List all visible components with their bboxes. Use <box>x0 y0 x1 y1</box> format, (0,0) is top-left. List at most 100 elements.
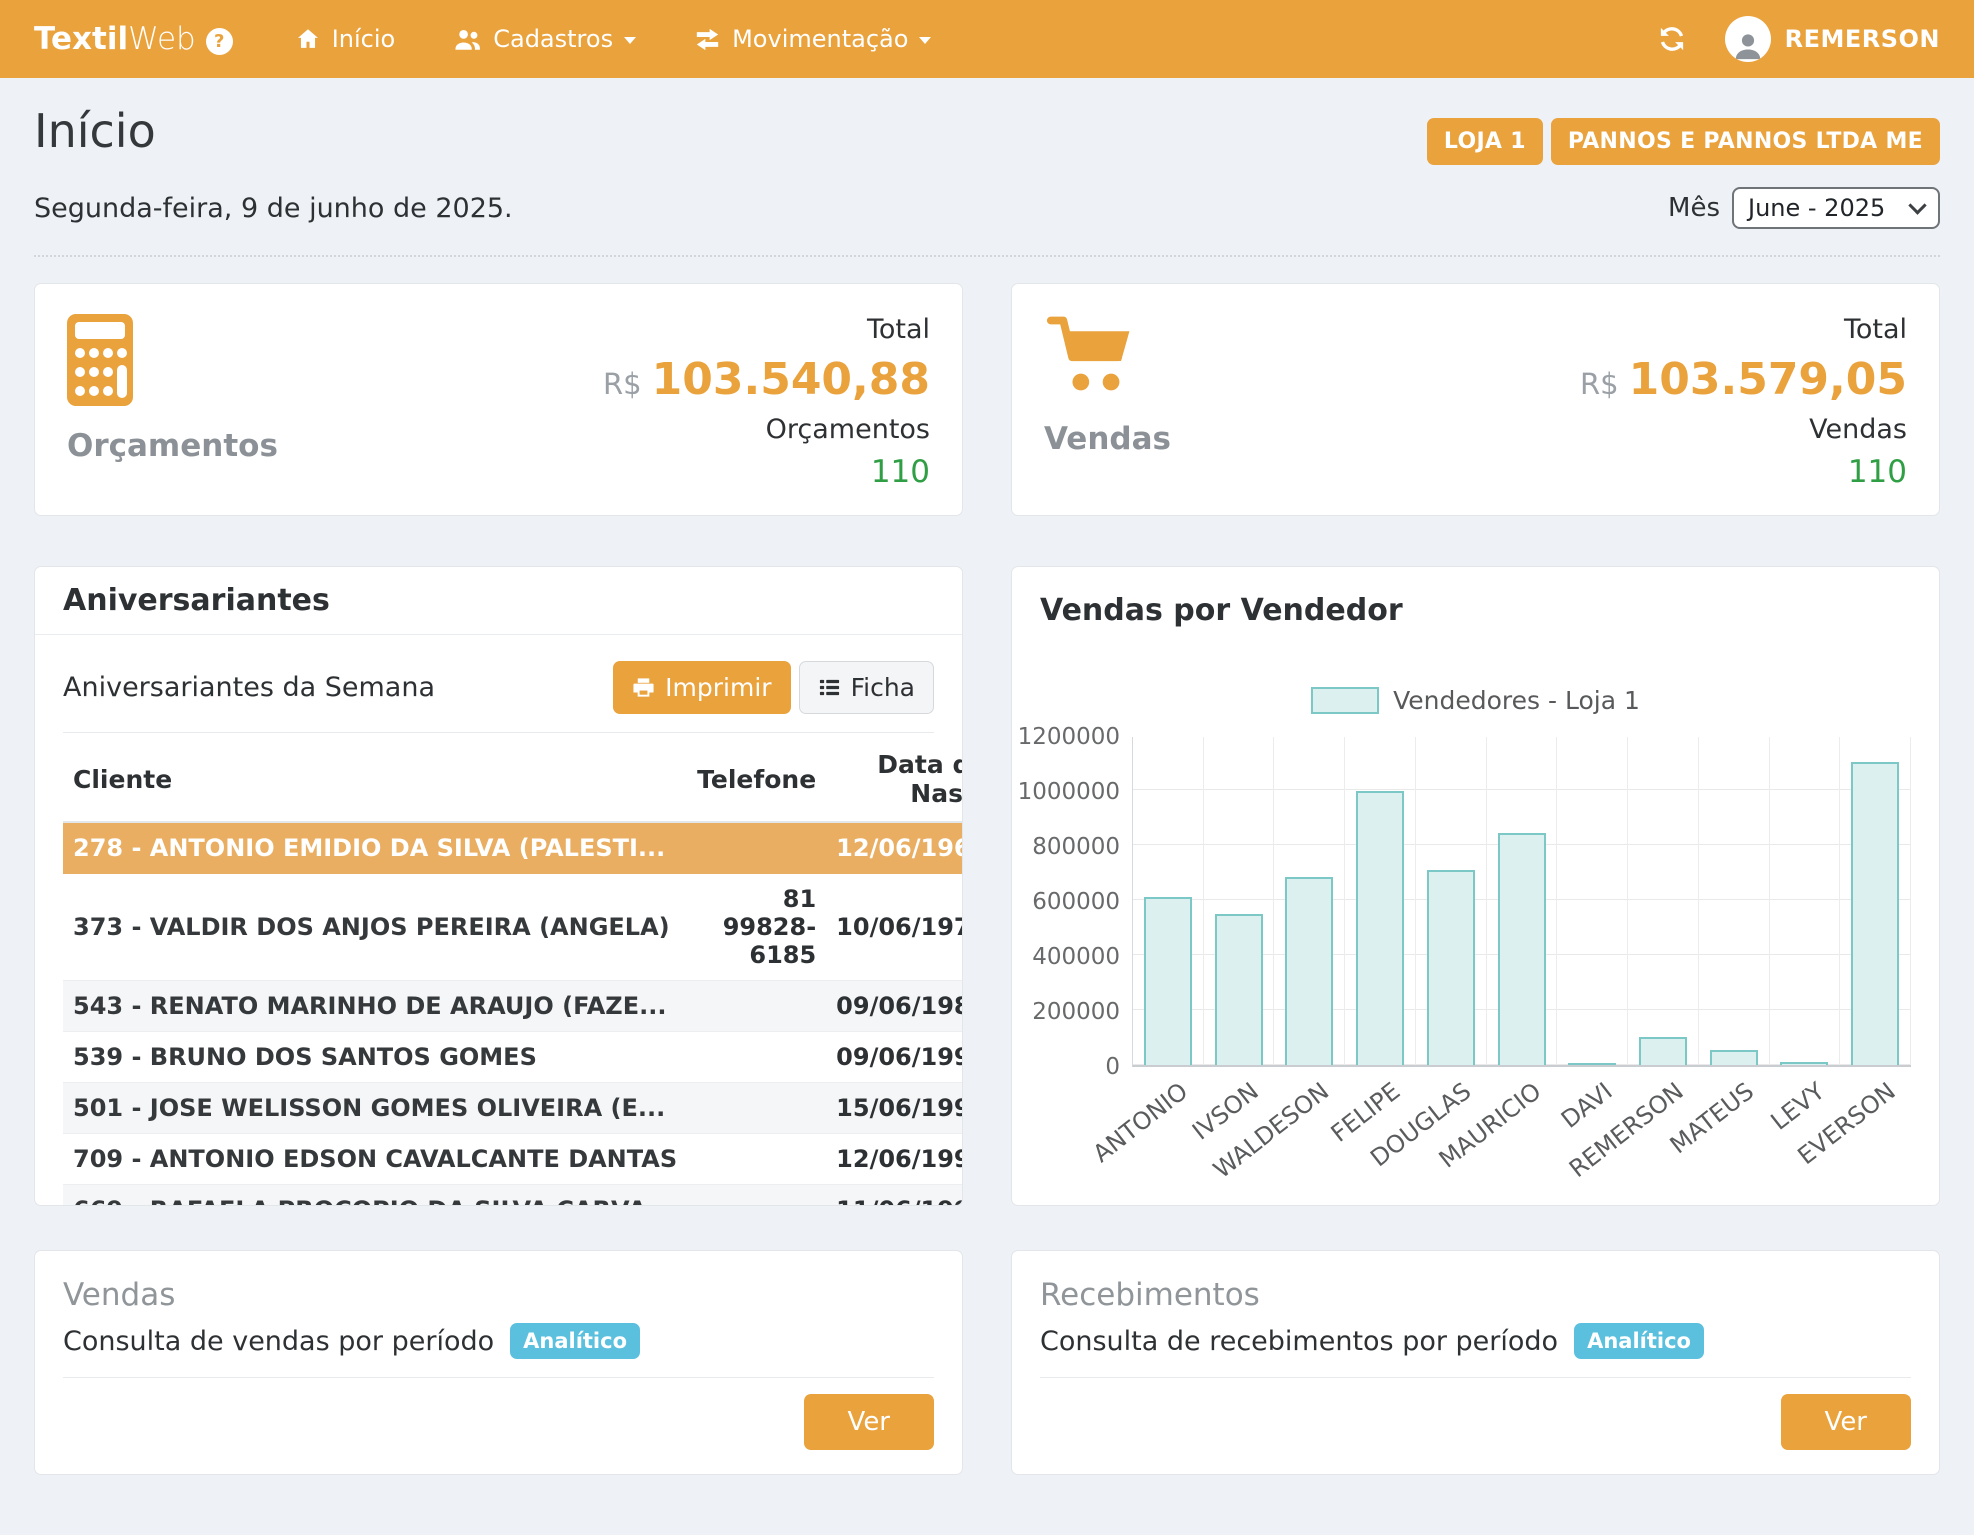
table-row[interactable]: 709 - ANTONIO EDSON CAVALCANTE DANTAS12/… <box>63 1134 963 1185</box>
report-subtitle: Consulta de vendas por período <box>63 1326 494 1357</box>
refresh-icon[interactable] <box>1657 24 1687 54</box>
page-date: Segunda-feira, 9 de junho de 2025. <box>34 193 513 224</box>
month-label: Mês <box>1668 193 1720 223</box>
users-icon <box>453 26 482 53</box>
y-tick-label: 0 <box>1105 1054 1120 1080</box>
chart-slot-ivson <box>1204 737 1275 1065</box>
total-amount: 103.540,88 <box>652 354 930 405</box>
client-cell: 501 - JOSE WELISSON GOMES OLIVEIRA (E... <box>63 1083 687 1134</box>
table-row[interactable]: 543 - RENATO MARINHO DE ARAUJO (FAZE... 0… <box>63 981 963 1032</box>
total-label: Total <box>1844 314 1907 345</box>
summary-card-orcamentos: OrçamentosTotalR$103.540,88Orçamentos110 <box>34 283 963 516</box>
y-axis: 020000040000060000080000010000001200000 <box>1040 737 1132 1067</box>
month-select-value: June - 2025 <box>1748 194 1885 222</box>
chart-legend[interactable]: Vendedores - Loja 1 <box>1040 686 1911 715</box>
navbar-right: REMERSON <box>1657 16 1940 62</box>
chart-slot-levy <box>1770 737 1841 1065</box>
chart-slot-mateus <box>1699 737 1770 1065</box>
brand-logo[interactable]: TextilWeb ? <box>34 21 233 57</box>
chevron-down-icon <box>919 37 931 44</box>
chart-slot-waldeson <box>1274 737 1345 1065</box>
page-title: Início <box>34 104 156 158</box>
bar-everson <box>1851 762 1899 1065</box>
chart-body: Vendas por Vendedor Vendedores - Loja 1 … <box>1012 567 1939 1205</box>
client-cell: 539 - BRUNO DOS SANTOS GOMES <box>63 1032 687 1083</box>
nav-item-label: Início <box>332 25 396 53</box>
report-title: Vendas <box>63 1277 934 1313</box>
count-value: 110 <box>1848 454 1907 490</box>
chart-slot-douglas <box>1416 737 1487 1065</box>
phone-cell <box>687 981 826 1032</box>
client-cell: 669 - RAFAELA PROCOPIO DA SILVA CARVA... <box>63 1185 687 1207</box>
currency-prefix: R$ <box>1580 367 1619 401</box>
summary-card-vendas: VendasTotalR$103.579,05Vendas110 <box>1011 283 1940 516</box>
bar-felipe <box>1356 791 1404 1065</box>
navbar: TextilWeb ? InícioCadastrosMovimentação … <box>0 0 1974 78</box>
bar-davi <box>1568 1063 1616 1065</box>
sales-chart-panel: Vendas por Vendedor Vendedores - Loja 1 … <box>1011 566 1940 1206</box>
client-cell: 543 - RENATO MARINHO DE ARAUJO (FAZE... <box>63 981 687 1032</box>
user-menu[interactable]: REMERSON <box>1725 16 1940 62</box>
table-row[interactable]: 501 - JOSE WELISSON GOMES OLIVEIRA (E...… <box>63 1083 963 1134</box>
x-tick-label-antonio: ANTONIO <box>1087 1077 1192 1168</box>
table-row[interactable]: 278 - ANTONIO EMIDIO DA SILVA (PALESTI..… <box>63 822 963 874</box>
header-divider <box>34 255 1940 257</box>
chart-title: Vendas por Vendedor <box>1040 593 1911 628</box>
birthdate-cell: 15/06/1992 <box>826 1083 963 1134</box>
print-button-label: Imprimir <box>665 673 771 702</box>
cart-icon <box>1044 314 1171 399</box>
bar-levy <box>1780 1062 1828 1065</box>
legend-label: Vendedores - Loja 1 <box>1393 686 1640 715</box>
store-button[interactable]: LOJA 1 <box>1427 118 1543 165</box>
x-axis: ANTONIOIVSONWALDESONFELIPEDOUGLASMAURICI… <box>1132 1067 1911 1179</box>
y-tick-label: 400000 <box>1032 944 1120 970</box>
username: REMERSON <box>1785 25 1940 53</box>
analitico-badge: Analítico <box>510 1323 640 1359</box>
bar-waldeson <box>1285 877 1333 1065</box>
bar-mateus <box>1710 1050 1758 1065</box>
table-row[interactable]: 539 - BRUNO DOS SANTOS GOMES09/06/1992 <box>63 1032 963 1083</box>
month-filter: Mês June - 2025 <box>1668 187 1940 229</box>
report-panel-vendas: Vendas Consulta de vendas por período Anal… <box>34 1250 963 1475</box>
exchange-icon <box>694 26 721 53</box>
birthdate-cell: 09/06/1984 <box>826 981 963 1032</box>
analitico-badge: Analítico <box>1574 1323 1704 1359</box>
birthdays-panel-title: Aniversariantes <box>35 567 962 635</box>
print-button[interactable]: Imprimir <box>613 661 790 714</box>
nav-item-label: Movimentação <box>732 25 908 53</box>
nav-item-movimentacao[interactable]: Movimentação <box>694 25 931 53</box>
bar-mauricio <box>1498 833 1546 1065</box>
count-label: Orçamentos <box>766 414 930 445</box>
chart-slot-remerson <box>1628 737 1699 1065</box>
company-button[interactable]: PANNOS E PANNOS LTDA ME <box>1551 118 1940 165</box>
phone-cell: 81 99828-6185 <box>687 874 826 981</box>
nav-item-label: Cadastros <box>493 25 613 53</box>
calculator-icon <box>67 314 278 406</box>
nav-item-inicio[interactable]: Início <box>295 25 396 53</box>
client-cell: 278 - ANTONIO EMIDIO DA SILVA (PALESTI..… <box>63 822 687 874</box>
ficha-button[interactable]: Ficha <box>799 661 934 714</box>
table-row[interactable]: 373 - VALDIR DOS ANJOS PEREIRA (ANGELA)8… <box>63 874 963 981</box>
avatar <box>1725 16 1771 62</box>
header-badges: LOJA 1 PANNOS E PANNOS LTDA ME <box>1427 118 1940 165</box>
chevron-down-icon <box>1908 196 1926 214</box>
birthdays-subtitle: Aniversariantes da Semana <box>63 672 435 703</box>
column-header-cliente: Cliente <box>63 735 687 822</box>
ver-button[interactable]: Ver <box>1781 1394 1911 1450</box>
card-label: Vendas <box>1044 421 1171 457</box>
ver-button[interactable]: Ver <box>804 1394 934 1450</box>
bar-remerson <box>1639 1037 1687 1065</box>
chevron-down-icon <box>624 37 636 44</box>
column-header-data-nasc: Data de Nasc. <box>826 735 963 822</box>
nav-item-cadastros[interactable]: Cadastros <box>453 25 636 53</box>
birthdate-cell: 10/06/1978 <box>826 874 963 981</box>
table-row[interactable]: 669 - RAFAELA PROCOPIO DA SILVA CARVA...… <box>63 1185 963 1207</box>
y-tick-label: 1200000 <box>1018 724 1120 750</box>
chart-slot-davi <box>1557 737 1628 1065</box>
month-select[interactable]: June - 2025 <box>1732 187 1940 229</box>
help-icon[interactable]: ? <box>206 28 233 55</box>
brand-light: Web <box>128 21 196 57</box>
birthdays-table: Cliente Telefone Data de Nasc. 278 - ANT… <box>63 735 963 1206</box>
column-header-telefone: Telefone <box>687 735 826 822</box>
report-divider <box>1040 1377 1911 1378</box>
